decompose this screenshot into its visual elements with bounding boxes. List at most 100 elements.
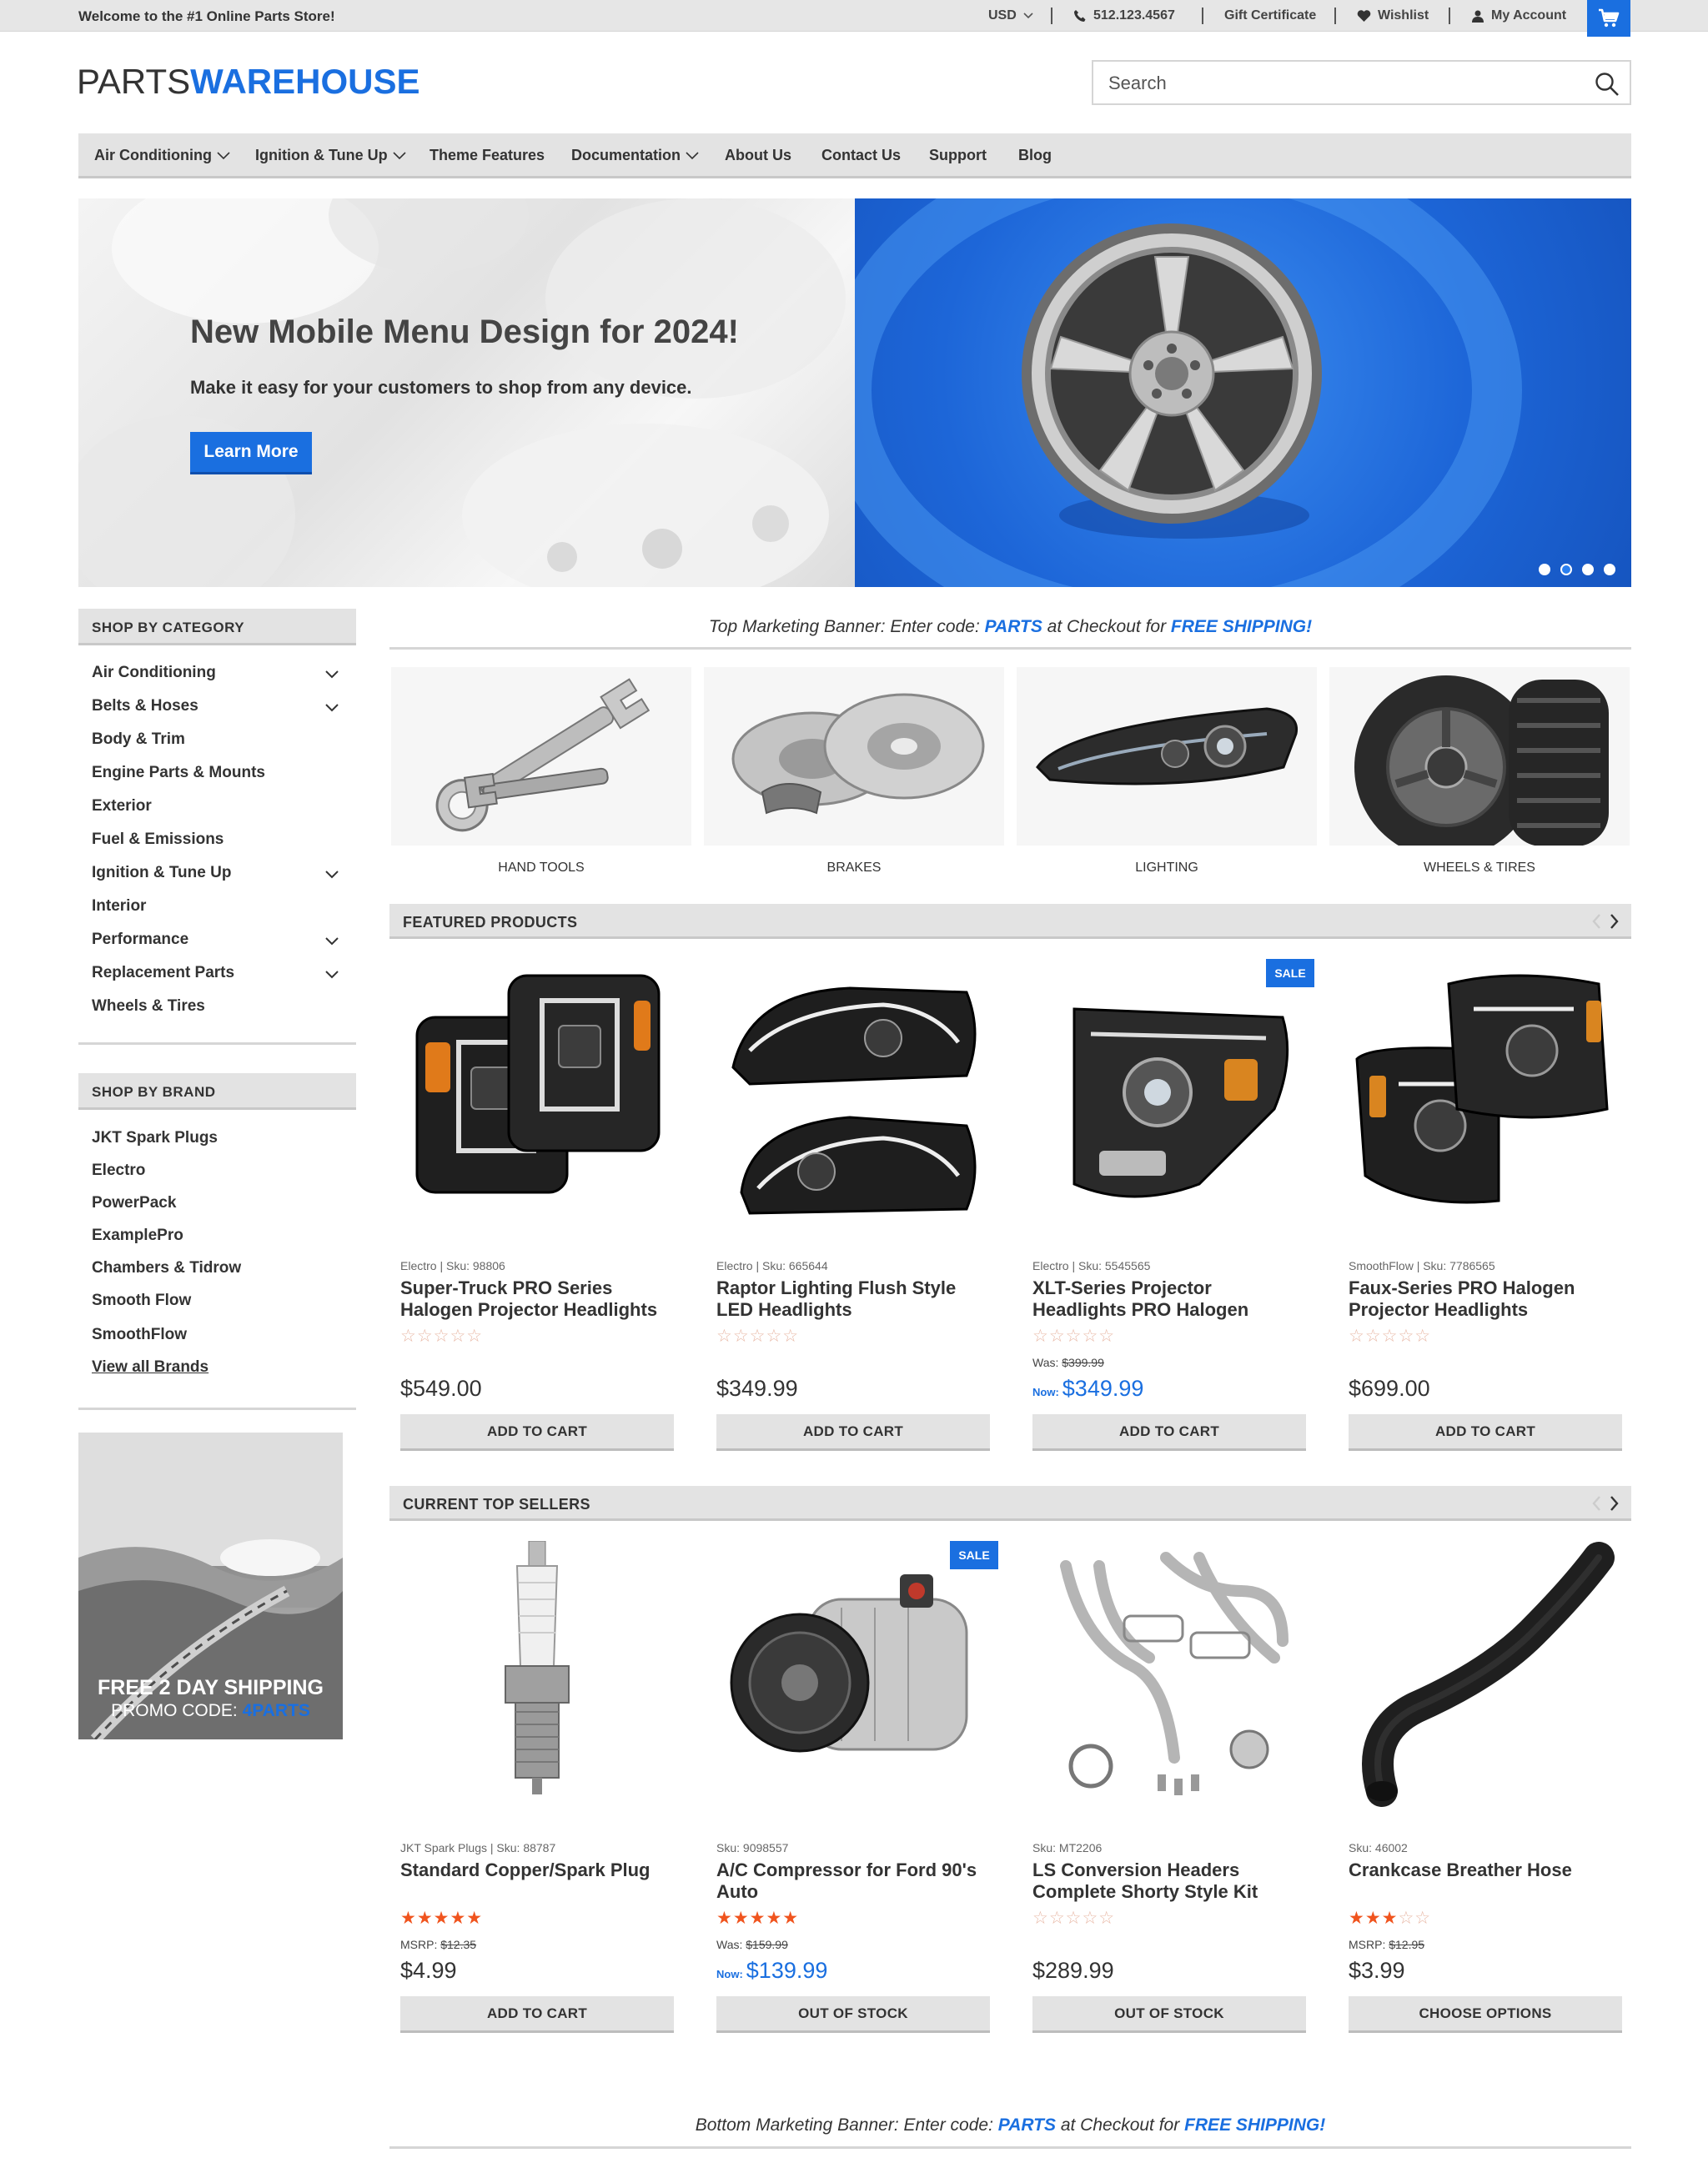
- category-link-body-trim[interactable]: Body & Trim: [92, 730, 185, 749]
- product-name[interactable]: Super-Truck PRO Series Halogen Projector…: [400, 1277, 674, 1321]
- nav-item-support[interactable]: Support: [929, 147, 987, 164]
- add-to-cart-button[interactable]: ADD TO CART: [1032, 1414, 1306, 1451]
- chevron-left-icon[interactable]: [1590, 912, 1604, 931]
- product-meta: Electro | Sku: 5545565: [1032, 1259, 1151, 1272]
- category-tile-brakes[interactable]: [704, 667, 1004, 846]
- account-link[interactable]: My Account: [1471, 8, 1566, 23]
- category-tile-wheels-tires[interactable]: [1329, 667, 1630, 846]
- slider-dot-active[interactable]: [1560, 564, 1572, 575]
- wishlist-link[interactable]: Wishlist: [1357, 8, 1429, 23]
- product-card[interactable]: JKT Spark Plugs | Sku: 88787 Standard Co…: [400, 1541, 674, 2033]
- nav-item-about-us[interactable]: About Us: [725, 147, 791, 164]
- add-to-cart-button[interactable]: ADD TO CART: [400, 1996, 674, 2033]
- nav-item-ignition[interactable]: Ignition & Tune Up: [255, 147, 406, 164]
- brand-link-smoothflow[interactable]: SmoothFlow: [92, 1326, 187, 1344]
- brand-link-electro[interactable]: Electro: [92, 1162, 145, 1180]
- nav-item-contact-us[interactable]: Contact Us: [821, 147, 901, 164]
- product-name[interactable]: A/C Compressor for Ford 90's Auto: [716, 1859, 990, 1903]
- chevron-down-icon[interactable]: [323, 866, 341, 884]
- chevron-down-icon[interactable]: [323, 665, 341, 684]
- category-tile-hand-tools[interactable]: [391, 667, 691, 846]
- view-all-brands-link[interactable]: View all Brands: [92, 1358, 208, 1377]
- out-of-stock-button[interactable]: OUT OF STOCK: [716, 1996, 990, 2033]
- chevron-down-icon[interactable]: [323, 699, 341, 717]
- category-link-ignition[interactable]: Ignition & Tune Up: [92, 864, 231, 882]
- product-name[interactable]: Standard Copper/Spark Plug: [400, 1859, 674, 1881]
- sale-badge: SALE: [950, 1541, 998, 1569]
- currency-selector[interactable]: USD: [988, 8, 1033, 23]
- chevron-down-icon: [686, 151, 699, 159]
- category-label-wheels-tires[interactable]: WHEELS & TIRES: [1329, 861, 1630, 876]
- category-link-replacement-parts[interactable]: Replacement Parts: [92, 964, 234, 982]
- chevron-right-icon[interactable]: [1607, 912, 1620, 931]
- shipping-promo-banner[interactable]: FREE 2 DAY SHIPPING PROMO CODE: 4PARTS: [78, 1433, 343, 1739]
- product-card[interactable]: Sku: 46002 Crankcase Breather Hose ★★★☆☆…: [1349, 1541, 1622, 2033]
- category-label-brakes[interactable]: BRAKES: [704, 861, 1004, 876]
- category-label-lighting[interactable]: LIGHTING: [1017, 861, 1317, 876]
- product-card[interactable]: SALE Sku: 9098557 A/C Compressor for For…: [716, 1541, 998, 2033]
- add-to-cart-button[interactable]: ADD TO CART: [1349, 1414, 1622, 1451]
- out-of-stock-button[interactable]: OUT OF STOCK: [1032, 1996, 1306, 2033]
- chevron-left-icon[interactable]: [1590, 1494, 1604, 1513]
- featured-products-title: FEATURED PRODUCTS: [403, 914, 578, 931]
- product-name[interactable]: XLT-Series Projector Headlights PRO Halo…: [1032, 1277, 1306, 1321]
- product-card[interactable]: SALE Electro | Sku: 5545565 XLT-Series P…: [1032, 959, 1314, 1451]
- slider-dot[interactable]: [1604, 564, 1615, 575]
- cart-button[interactable]: [1587, 0, 1630, 37]
- slider-dot[interactable]: [1582, 564, 1594, 575]
- search-icon[interactable]: [1595, 72, 1620, 101]
- product-card[interactable]: Electro | Sku: 665644 Raptor Lighting Fl…: [716, 959, 990, 1451]
- divider: [78, 1408, 356, 1410]
- chevron-down-icon[interactable]: [323, 932, 341, 951]
- top-sellers-title: CURRENT TOP SELLERS: [403, 1496, 590, 1513]
- category-tile-lighting[interactable]: [1017, 667, 1317, 846]
- rating-stars: ★★★☆☆: [1349, 1909, 1432, 1928]
- product-image[interactable]: [1032, 1541, 1306, 1824]
- category-link-fuel-emissions[interactable]: Fuel & Emissions: [92, 831, 224, 849]
- category-link-engine-parts[interactable]: Engine Parts & Mounts: [92, 764, 265, 782]
- nav-item-theme-features[interactable]: Theme Features: [430, 147, 545, 164]
- product-image[interactable]: [1349, 959, 1622, 1242]
- chevron-right-icon[interactable]: [1607, 1494, 1620, 1513]
- nav-item-air-conditioning[interactable]: Air Conditioning: [94, 147, 230, 164]
- category-link-wheels-tires[interactable]: Wheels & Tires: [92, 997, 205, 1016]
- category-link-belts-hoses[interactable]: Belts & Hoses: [92, 697, 198, 715]
- category-link-performance[interactable]: Performance: [92, 931, 188, 949]
- chevron-down-icon[interactable]: [323, 966, 341, 984]
- currency-label: USD: [988, 8, 1017, 23]
- product-image[interactable]: [716, 959, 990, 1242]
- product-card[interactable]: Electro | Sku: 98806 Super-Truck PRO Ser…: [400, 959, 674, 1451]
- product-image[interactable]: [1032, 959, 1306, 1242]
- product-name[interactable]: Crankcase Breather Hose: [1349, 1859, 1622, 1881]
- product-name[interactable]: LS Conversion Headers Complete Shorty St…: [1032, 1859, 1306, 1903]
- category-label-hand-tools[interactable]: HAND TOOLS: [391, 861, 691, 876]
- category-link-interior[interactable]: Interior: [92, 897, 146, 916]
- category-link-exterior[interactable]: Exterior: [92, 797, 152, 816]
- learn-more-button[interactable]: Learn More: [190, 432, 312, 472]
- nav-item-documentation[interactable]: Documentation: [571, 147, 699, 164]
- product-image[interactable]: [1349, 1541, 1622, 1824]
- phone-link[interactable]: 512.123.4567: [1073, 8, 1175, 23]
- add-to-cart-button[interactable]: ADD TO CART: [716, 1414, 990, 1451]
- site-logo[interactable]: PARTSWAREHOUSE: [77, 62, 420, 102]
- brand-link-smooth-flow[interactable]: Smooth Flow: [92, 1292, 191, 1310]
- brand-link-examplepro[interactable]: ExamplePro: [92, 1227, 183, 1245]
- category-link-air-conditioning[interactable]: Air Conditioning: [92, 664, 216, 682]
- nav-item-blog[interactable]: Blog: [1018, 147, 1052, 164]
- product-image[interactable]: [400, 1541, 674, 1824]
- gift-certificate-link[interactable]: Gift Certificate: [1224, 8, 1316, 23]
- slider-dot[interactable]: [1539, 564, 1550, 575]
- add-to-cart-button[interactable]: ADD TO CART: [400, 1414, 674, 1451]
- brand-link-chambers-tidrow[interactable]: Chambers & Tidrow: [92, 1259, 241, 1277]
- product-image[interactable]: [716, 1541, 990, 1824]
- product-card[interactable]: SmoothFlow | Sku: 7786565 Faux-Series PR…: [1349, 959, 1622, 1451]
- banner-text: at Checkout for: [1042, 617, 1171, 636]
- product-image[interactable]: [400, 959, 674, 1242]
- brand-link-powerpack[interactable]: PowerPack: [92, 1194, 176, 1212]
- brand-link-jkt[interactable]: JKT Spark Plugs: [92, 1129, 218, 1147]
- product-card[interactable]: Sku: MT2206 LS Conversion Headers Comple…: [1032, 1541, 1306, 2033]
- product-name[interactable]: Raptor Lighting Flush Style LED Headligh…: [716, 1277, 990, 1321]
- choose-options-button[interactable]: CHOOSE OPTIONS: [1349, 1996, 1622, 2033]
- search-input[interactable]: [1108, 72, 1575, 95]
- product-name[interactable]: Faux-Series PRO Halogen Projector Headli…: [1349, 1277, 1622, 1321]
